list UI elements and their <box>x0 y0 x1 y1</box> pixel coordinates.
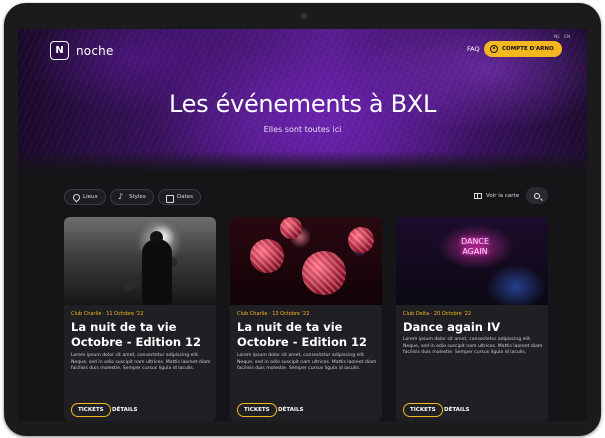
details-link[interactable]: DÉTAILS <box>444 407 469 413</box>
event-description: Lorem ipsum dolor sit amet, consectetur … <box>403 337 543 356</box>
filter-places-button[interactable]: Lieux <box>64 189 106 205</box>
event-title: La nuit de ta vie Octobre - Edition 12 <box>71 320 202 349</box>
details-link[interactable]: DÉTAILS <box>278 407 303 413</box>
screen: N noche NL EN FAQ COMPTE D'ARNO Les évén… <box>18 29 587 421</box>
logo-mark: N <box>50 41 69 60</box>
account-label: COMPTE D'ARNO <box>502 46 554 52</box>
filter-dates-button[interactable]: Dates <box>158 189 202 205</box>
music-note-icon <box>118 192 125 201</box>
tablet-frame: N noche NL EN FAQ COMPTE D'ARNO Les évén… <box>4 3 601 436</box>
event-description: Lorem ipsum dolor sit amet, consectetur … <box>237 353 377 372</box>
lang-en[interactable]: EN <box>564 35 570 40</box>
page-title: Les événements à BXL <box>168 90 437 118</box>
page-subtitle: Elles sont toutes ici <box>263 125 342 134</box>
map-link[interactable]: Voir la carte <box>474 193 519 199</box>
faq-link[interactable]: FAQ <box>467 45 480 53</box>
search-button[interactable] <box>526 187 548 204</box>
user-icon <box>490 45 498 53</box>
filter-styles-label: Styles <box>129 194 146 200</box>
event-title: La nuit de ta vie Octobre - Edition 12 <box>237 320 368 349</box>
event-card[interactable]: DANCE AGAIN Club Delta · 20 Octobre '22 … <box>396 217 548 421</box>
event-image: DANCE AGAIN <box>396 217 548 305</box>
tickets-button[interactable]: TICKETS <box>71 403 111 417</box>
lang-nl[interactable]: NL <box>554 35 560 40</box>
map-icon <box>474 193 482 199</box>
map-label: Voir la carte <box>486 193 520 199</box>
neon-sign: DANCE AGAIN <box>460 237 490 256</box>
event-meta: Club Charlie · 11 Octobre '22 <box>71 311 144 317</box>
tickets-button[interactable]: TICKETS <box>403 403 443 417</box>
event-description: Lorem ipsum dolor sit amet, consectetur … <box>71 353 211 372</box>
filter-styles-button[interactable]: Styles <box>110 189 154 205</box>
pin-icon <box>72 194 79 201</box>
event-image <box>64 217 216 305</box>
search-icon <box>534 192 540 199</box>
event-image <box>230 217 382 305</box>
event-meta: Club Delta · 20 Octobre '22 <box>403 311 472 317</box>
calendar-icon <box>166 194 174 203</box>
logo-text: noche <box>76 43 114 58</box>
camera <box>301 13 307 19</box>
filter-dates-label: Dates <box>177 194 194 200</box>
filter-places-label: Lieux <box>83 194 98 200</box>
tickets-button[interactable]: TICKETS <box>237 403 277 417</box>
event-card[interactable]: Club Charlie · 13 Octobre '22 La nuit de… <box>230 217 382 421</box>
hero-banner: N noche NL EN FAQ COMPTE D'ARNO Les évén… <box>18 29 587 171</box>
account-button[interactable]: COMPTE D'ARNO <box>484 41 562 57</box>
event-meta: Club Charlie · 13 Octobre '22 <box>237 311 310 317</box>
event-title: Dance again IV <box>403 320 501 334</box>
event-card[interactable]: Club Charlie · 11 Octobre '22 La nuit de… <box>64 217 216 421</box>
logo[interactable]: N noche <box>50 41 114 60</box>
details-link[interactable]: DÉTAILS <box>112 407 137 413</box>
